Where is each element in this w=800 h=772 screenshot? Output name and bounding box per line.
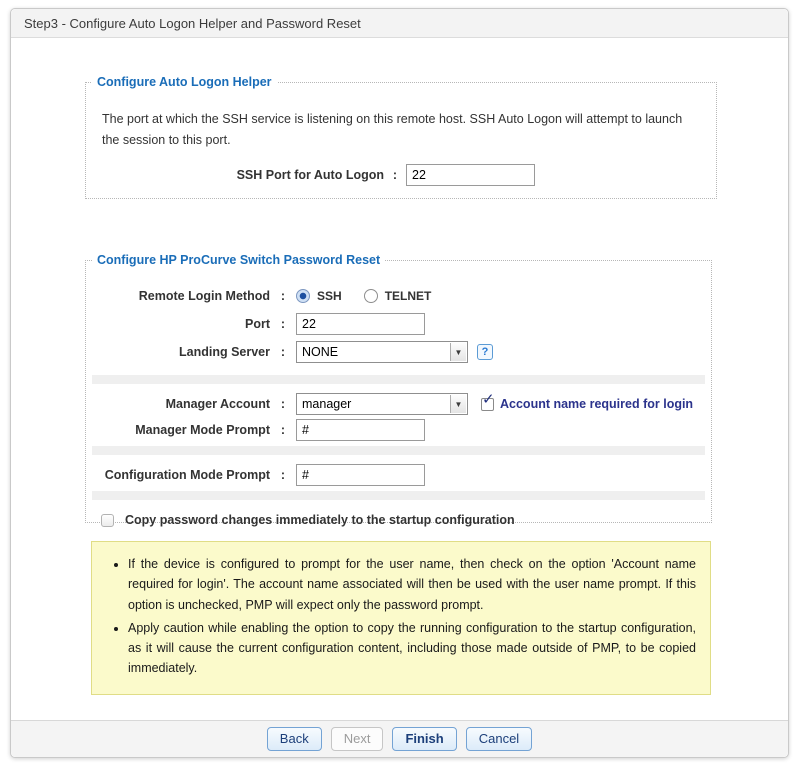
landing-server-select[interactable]: NONE ▼ [296, 341, 468, 363]
port-input[interactable] [296, 313, 425, 335]
ssh-port-input[interactable] [406, 164, 535, 186]
radio-telnet[interactable] [364, 289, 378, 303]
config-mode-prompt-input[interactable] [296, 464, 425, 486]
radio-ssh-label: SSH [317, 289, 342, 303]
password-reset-legend: Configure HP ProCurve Switch Password Re… [92, 253, 385, 267]
landing-server-label: Landing Server [86, 345, 270, 359]
wizard-window: Step3 - Configure Auto Logon Helper and … [10, 8, 789, 758]
manager-account-label: Manager Account [86, 397, 270, 411]
window-title: Step3 - Configure Auto Logon Helper and … [11, 9, 788, 38]
section-divider [92, 491, 705, 500]
dropdown-arrow-icon: ▼ [450, 395, 466, 413]
finish-button[interactable]: Finish [392, 727, 456, 751]
account-name-checkbox-label: Account name required for login [500, 397, 693, 411]
auto-logon-helper-section: Configure Auto Logon Helper The port at … [85, 75, 717, 199]
help-icon[interactable]: ? [477, 344, 493, 360]
password-reset-section: Configure HP ProCurve Switch Password Re… [85, 253, 712, 523]
dropdown-arrow-icon: ▼ [450, 343, 466, 361]
ssh-port-description: The port at which the SSH service is lis… [102, 109, 702, 150]
radio-telnet-label: TELNET [385, 289, 432, 303]
auto-logon-helper-legend: Configure Auto Logon Helper [92, 75, 277, 89]
check-icon: ✓ [482, 392, 495, 407]
manager-mode-prompt-input[interactable] [296, 419, 425, 441]
section-divider [92, 375, 705, 384]
config-mode-prompt-label: Configuration Mode Prompt [86, 468, 270, 482]
copy-startup-checkbox[interactable] [101, 514, 114, 527]
manager-account-select[interactable]: manager ▼ [296, 393, 468, 415]
note-bullet: Apply caution while enabling the option … [128, 618, 696, 679]
next-button: Next [331, 727, 384, 751]
ssh-port-label: SSH Port for Auto Logon [86, 168, 384, 182]
back-button[interactable]: Back [267, 727, 322, 751]
cancel-button[interactable]: Cancel [466, 727, 532, 751]
copy-startup-checkbox-label: Copy password changes immediately to the… [125, 513, 515, 527]
manager-mode-prompt-label: Manager Mode Prompt [86, 423, 270, 437]
radio-ssh[interactable] [296, 289, 310, 303]
info-note-box: If the device is configured to prompt fo… [91, 541, 711, 695]
remote-login-method-label: Remote Login Method [86, 289, 270, 303]
footer-button-bar: Back Next Finish Cancel [11, 720, 788, 757]
section-divider [92, 446, 705, 455]
port-label: Port [86, 317, 270, 331]
note-bullet: If the device is configured to prompt fo… [128, 554, 696, 615]
account-name-checkbox[interactable]: ✓ [481, 398, 494, 411]
